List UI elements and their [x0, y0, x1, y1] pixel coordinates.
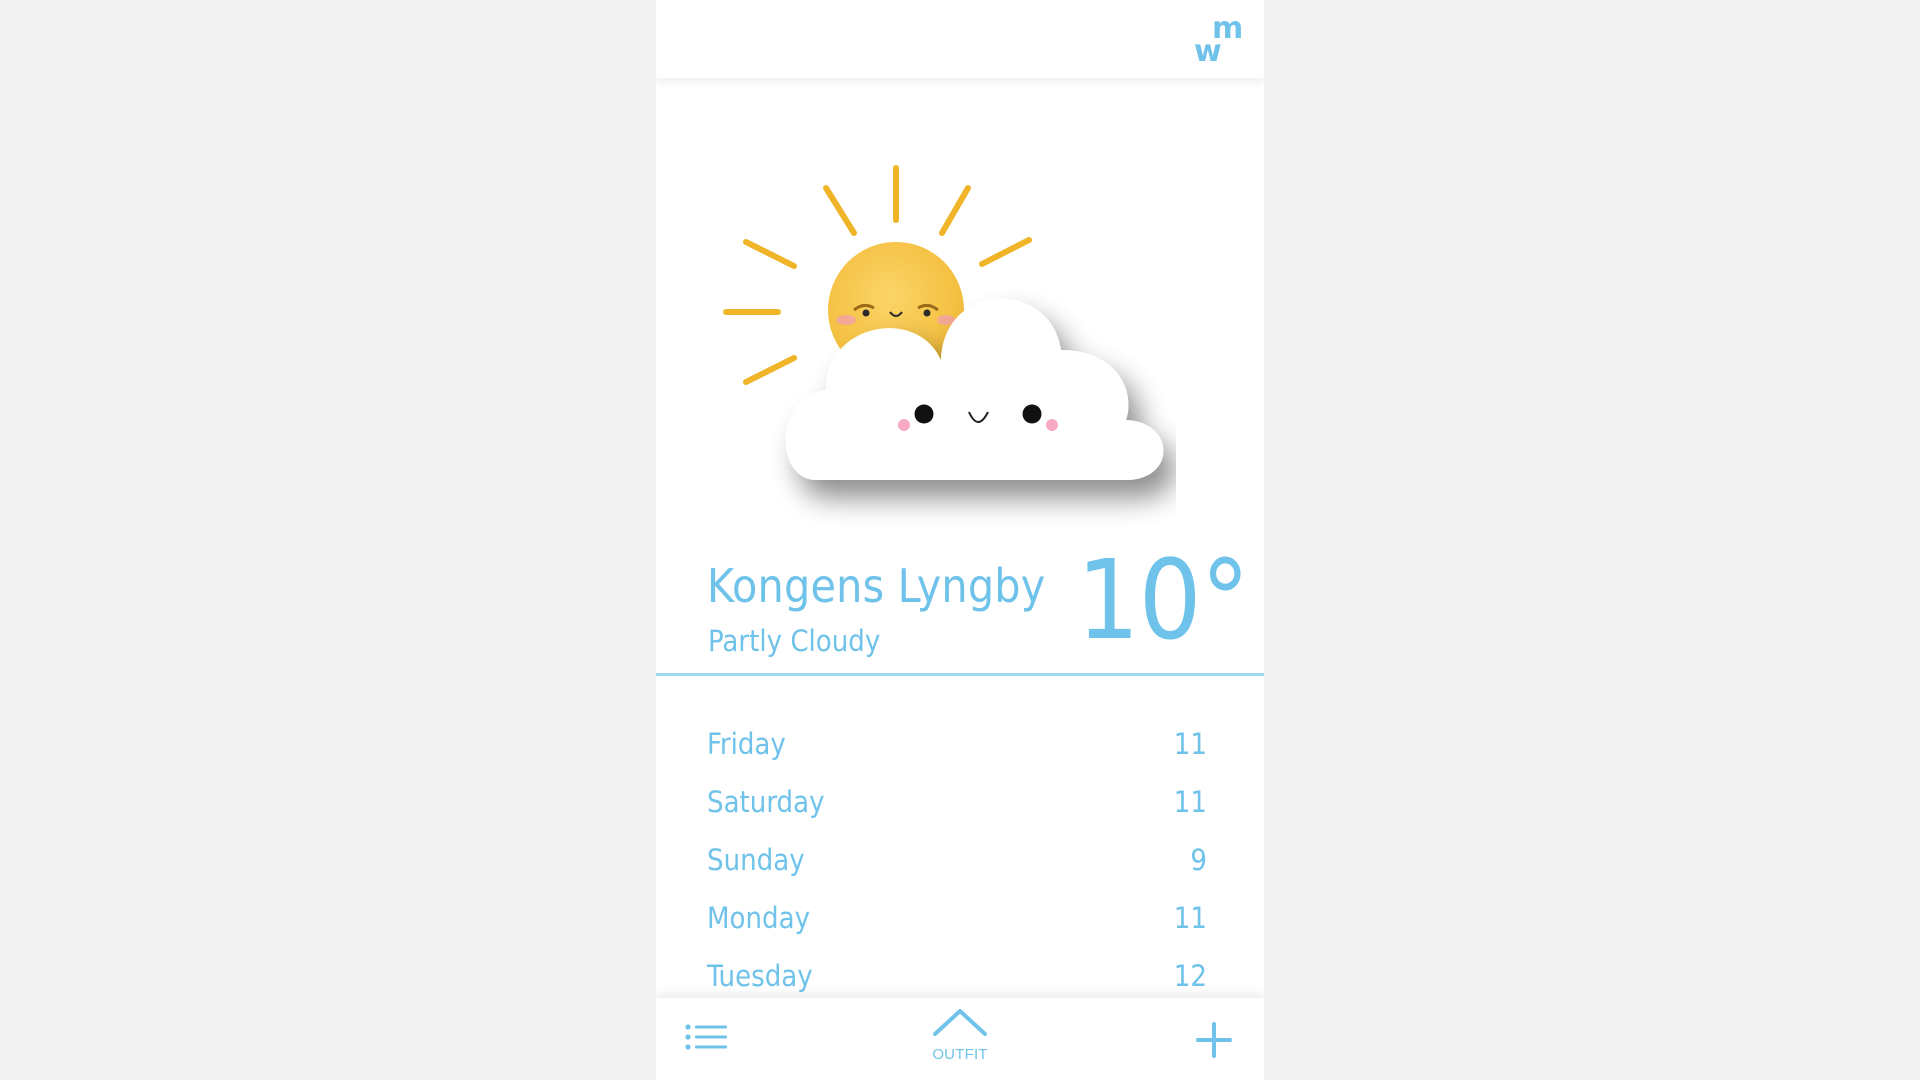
forecast-temperature: 9 [1190, 843, 1207, 877]
forecast-day: Sunday [707, 843, 805, 877]
forecast-row: Saturday 11 [707, 785, 1207, 843]
forecast-day: Saturday [707, 785, 825, 819]
forecast-day: Monday [707, 901, 811, 935]
add-button[interactable] [1192, 1018, 1236, 1062]
sun-behind-cloud-icon [723, 165, 1164, 480]
city-name: Kongens Lyngby [707, 559, 1046, 613]
chevron-up-icon [933, 1009, 987, 1036]
forecast-temperature: 12 [1173, 959, 1207, 993]
top-bar: m w [656, 0, 1264, 78]
forecast-temperature: 11 [1173, 901, 1207, 935]
current-temperature: 10° [1076, 536, 1250, 664]
bottom-nav-bar: OUTFIT [656, 998, 1264, 1080]
menu-button[interactable] [684, 1020, 730, 1060]
forecast-row: Friday 11 [707, 727, 1207, 785]
list-icon [685, 1024, 727, 1050]
app-screen: m w Kongens Lyngby Partly Cloudy 10° Fri… [656, 0, 1264, 1080]
plus-icon [1196, 1022, 1232, 1058]
forecast-day: Tuesday [707, 959, 813, 993]
outfit-button[interactable]: OUTFIT [920, 1008, 1000, 1070]
forecast-day: Friday [707, 727, 786, 761]
forecast-temperature: 11 [1173, 727, 1207, 761]
forecast-temperature: 11 [1173, 785, 1207, 819]
forecast-row: Sunday 9 [707, 843, 1207, 901]
weather-condition: Partly Cloudy [708, 624, 881, 658]
forecast-row: Monday 11 [707, 901, 1207, 959]
divider [656, 673, 1264, 676]
logo-letter-w: w [1194, 34, 1222, 64]
outfit-label: OUTFIT [932, 1046, 988, 1063]
forecast-list: Friday 11 Saturday 11 Sunday 9 Monday 11… [707, 727, 1207, 1017]
wm-logo-icon[interactable]: m w [1194, 8, 1244, 64]
